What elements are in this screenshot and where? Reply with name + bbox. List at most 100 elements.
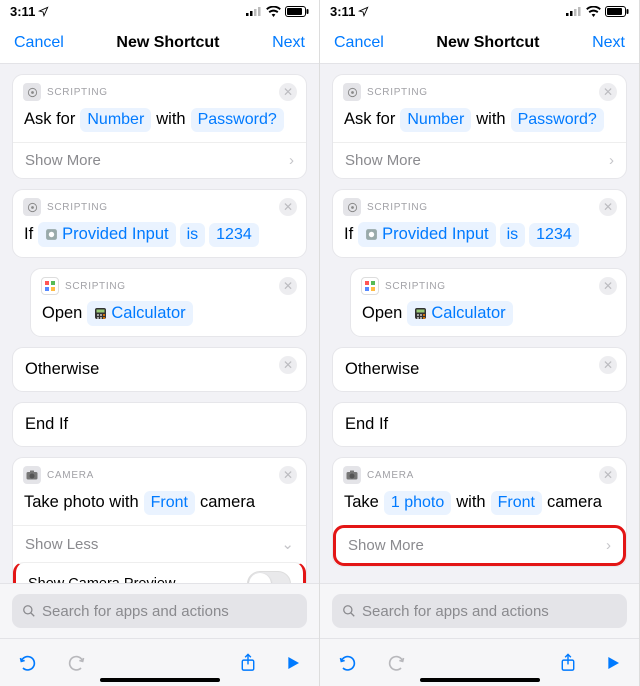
text: Otherwise — [345, 360, 419, 378]
search-placeholder: Search for apps and actions — [42, 603, 229, 620]
battery-icon — [285, 6, 309, 17]
app-token[interactable]: Calculator — [407, 301, 512, 326]
ask-prompt-token[interactable]: Password? — [511, 108, 604, 132]
scripting-icon — [45, 228, 58, 241]
category-label: SCRIPTING — [367, 87, 428, 98]
category-label: CAMERA — [47, 470, 94, 481]
search-icon — [22, 604, 36, 618]
undo-button[interactable] — [18, 653, 38, 673]
redo-button[interactable] — [386, 653, 406, 673]
action-end-if[interactable]: End If — [332, 402, 627, 447]
action-end-if[interactable]: End If — [12, 402, 307, 447]
text: camera — [546, 490, 603, 515]
remove-action-button[interactable]: ✕ — [599, 277, 617, 295]
phone-left: 3:11 Cancel New Shortcut Next SCRIPTING … — [0, 0, 320, 686]
chevron-down-icon: ⌄ — [281, 535, 294, 553]
undo-button[interactable] — [338, 653, 358, 673]
next-button[interactable]: Next — [592, 34, 625, 52]
run-button[interactable] — [605, 654, 621, 672]
remove-action-button[interactable]: ✕ — [279, 198, 297, 216]
share-button[interactable] — [239, 653, 257, 673]
provided-input-token[interactable]: Provided Input — [358, 222, 495, 247]
category-label: SCRIPTING — [47, 87, 108, 98]
next-button[interactable]: Next — [272, 34, 305, 52]
home-indicator[interactable] — [100, 678, 220, 682]
status-right — [246, 6, 309, 17]
home-indicator[interactable] — [420, 678, 540, 682]
show-more-row[interactable]: Show More › — [333, 142, 626, 178]
text: End If — [345, 415, 388, 433]
scripting-icon — [23, 198, 41, 216]
remove-action-button[interactable]: ✕ — [599, 198, 617, 216]
show-less-label: Show Less — [25, 536, 98, 553]
action-otherwise[interactable]: Otherwise ✕ — [332, 347, 627, 392]
scripting-icon — [365, 228, 378, 241]
remove-action-button[interactable]: ✕ — [279, 466, 297, 484]
action-take-photo[interactable]: CAMERA ✕ Take 1 photo with Front camera … — [332, 457, 627, 567]
run-button[interactable] — [285, 654, 301, 672]
ask-prompt-token[interactable]: Password? — [191, 108, 284, 132]
redo-button[interactable] — [66, 653, 86, 673]
text: Ask for — [23, 107, 76, 132]
camera-facing-token[interactable]: Front — [491, 491, 542, 515]
condition-token[interactable]: is — [180, 223, 206, 247]
nav-bar: Cancel New Shortcut Next — [320, 22, 639, 64]
remove-action-button[interactable]: ✕ — [279, 83, 297, 101]
text: camera — [199, 490, 256, 515]
wifi-icon — [586, 6, 601, 17]
value-token[interactable]: 1234 — [529, 223, 579, 247]
provided-input-token[interactable]: Provided Input — [38, 222, 175, 247]
signal-icon — [566, 6, 582, 16]
text: If — [343, 222, 354, 247]
search-input[interactable]: Search for apps and actions — [332, 594, 627, 628]
category-label: SCRIPTING — [385, 281, 446, 292]
action-if[interactable]: SCRIPTING ✕ If Provided Input is 1234 — [332, 189, 627, 258]
app-token[interactable]: Calculator — [87, 301, 192, 326]
ask-type-token[interactable]: Number — [400, 108, 471, 132]
text: Take photo with — [23, 490, 140, 515]
show-more-row[interactable]: Show More › — [13, 142, 306, 178]
remove-action-button[interactable]: ✕ — [279, 356, 297, 374]
wifi-icon — [266, 6, 281, 17]
scripting-icon — [343, 83, 361, 101]
category-label: SCRIPTING — [47, 202, 108, 213]
remove-action-button[interactable]: ✕ — [279, 277, 297, 295]
calculator-icon — [414, 307, 427, 320]
search-bar: Search for apps and actions — [0, 583, 319, 638]
cancel-button[interactable]: Cancel — [334, 34, 384, 52]
nav-bar: Cancel New Shortcut Next — [0, 22, 319, 64]
action-open-app[interactable]: SCRIPTING ✕ Open Calculator — [350, 268, 627, 337]
show-more-label: Show More — [348, 537, 424, 554]
ask-type-token[interactable]: Number — [80, 108, 151, 132]
show-more-row[interactable]: Show More › — [333, 525, 626, 566]
show-less-row[interactable]: Show Less ⌄ — [13, 525, 306, 562]
status-bar: 3:11 — [320, 0, 639, 22]
show-more-label: Show More — [25, 152, 101, 169]
shortcuts-icon — [41, 277, 59, 295]
photo-count-token[interactable]: 1 photo — [384, 491, 451, 515]
remove-action-button[interactable]: ✕ — [599, 466, 617, 484]
camera-facing-token[interactable]: Front — [144, 491, 195, 515]
condition-token[interactable]: is — [500, 223, 526, 247]
category-label: CAMERA — [367, 470, 414, 481]
action-open-app[interactable]: SCRIPTING ✕ Open Calculator — [30, 268, 307, 337]
action-otherwise[interactable]: Otherwise ✕ — [12, 347, 307, 392]
text: with — [155, 107, 186, 132]
share-button[interactable] — [559, 653, 577, 673]
text: End If — [25, 415, 68, 433]
cancel-button[interactable]: Cancel — [14, 34, 64, 52]
battery-icon — [605, 6, 629, 17]
action-if[interactable]: SCRIPTING ✕ If Provided Input is 1234 — [12, 189, 307, 258]
remove-action-button[interactable]: ✕ — [599, 356, 617, 374]
page-title: New Shortcut — [116, 34, 219, 52]
category-label: SCRIPTING — [367, 202, 428, 213]
remove-action-button[interactable]: ✕ — [599, 83, 617, 101]
action-ask-for-input[interactable]: SCRIPTING ✕ Ask for Number with Password… — [12, 74, 307, 179]
search-icon — [342, 604, 356, 618]
text: with — [475, 107, 506, 132]
action-ask-for-input[interactable]: SCRIPTING ✕ Ask for Number with Password… — [332, 74, 627, 179]
text: Take — [343, 490, 380, 515]
chevron-right-icon: › — [289, 152, 294, 169]
search-input[interactable]: Search for apps and actions — [12, 594, 307, 628]
value-token[interactable]: 1234 — [209, 223, 259, 247]
